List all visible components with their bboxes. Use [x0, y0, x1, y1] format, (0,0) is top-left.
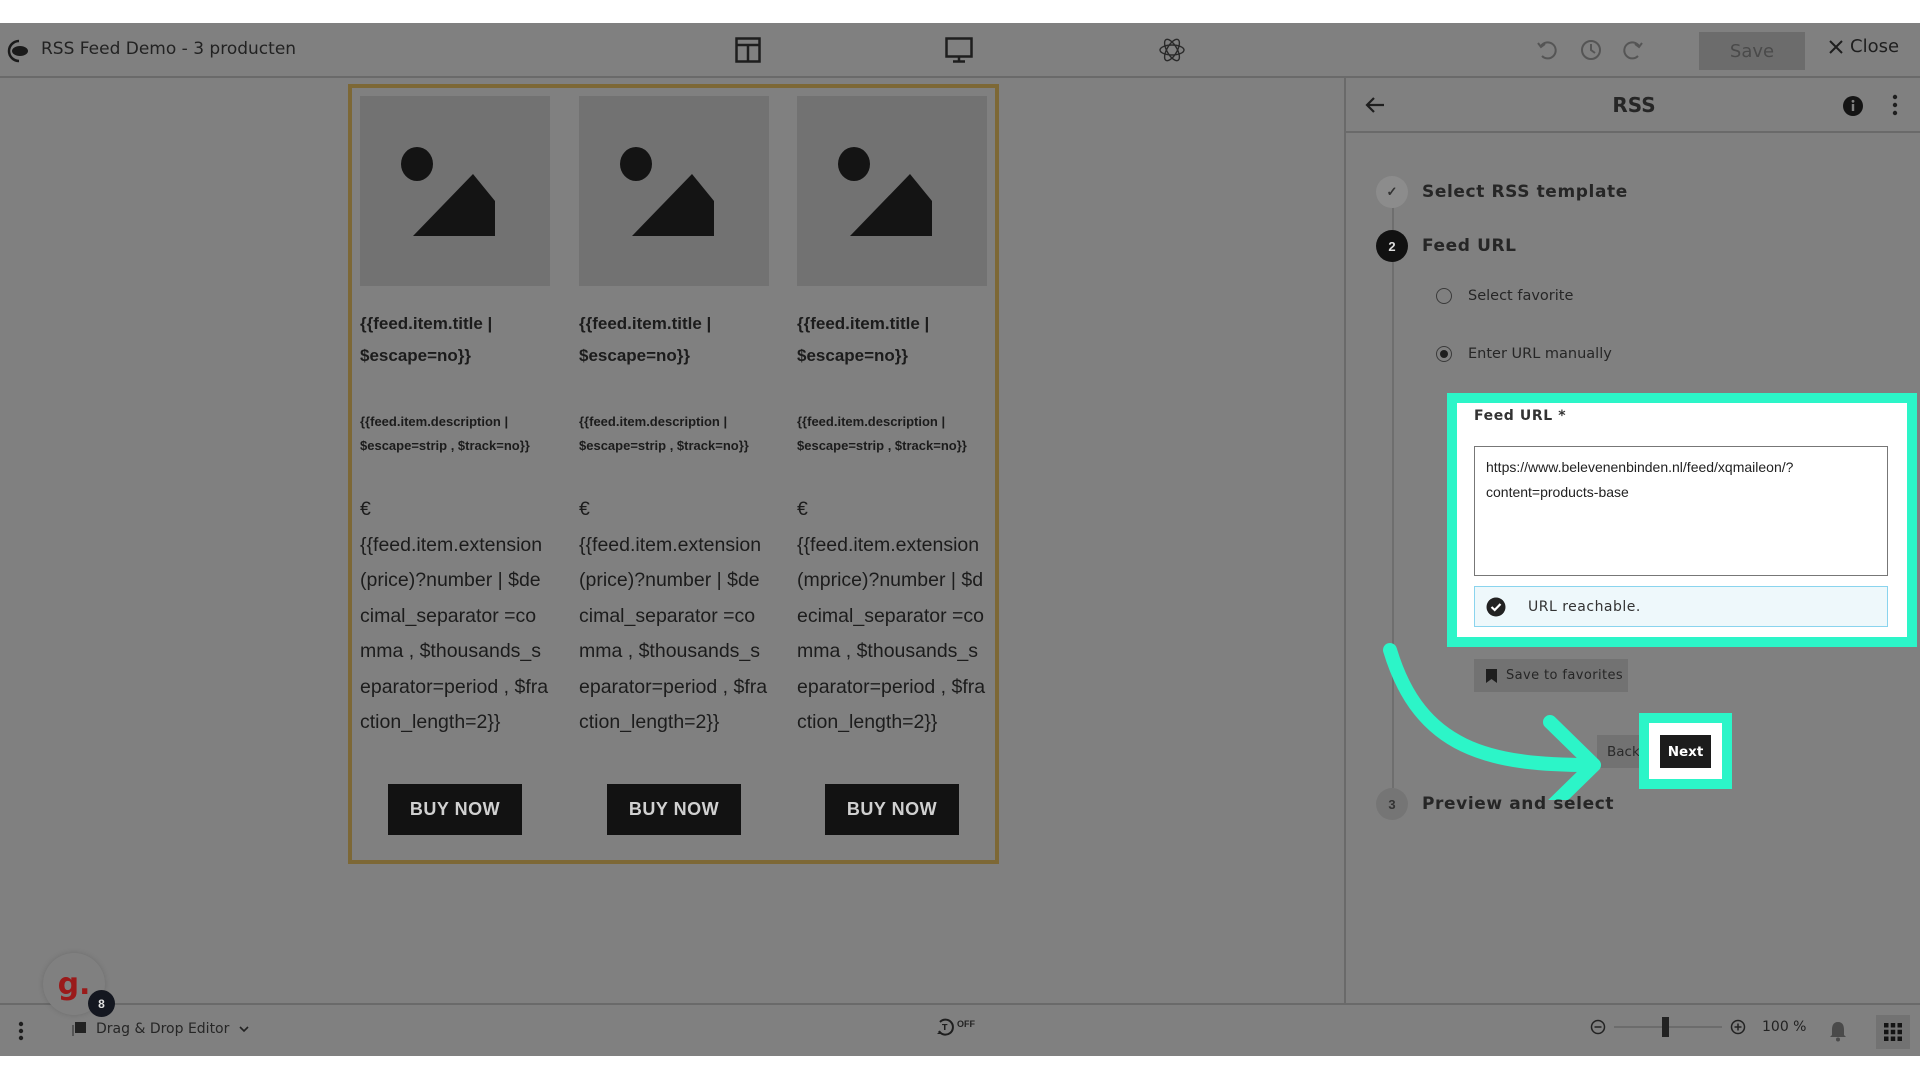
- notification-bell-icon[interactable]: [1828, 1020, 1848, 1042]
- bottom-margin: [0, 1056, 1920, 1080]
- autosave-state: OFF: [957, 1019, 975, 1029]
- currency-symbol: €: [797, 498, 808, 520]
- editor-mode-dropdown[interactable]: Drag & Drop Editor: [72, 1021, 249, 1037]
- bookmark-icon: [1486, 668, 1497, 683]
- zoom-level: 100 %: [1762, 1019, 1807, 1035]
- step-label: Preview and select: [1422, 794, 1615, 814]
- price-expression: {{feed.item.extension(price)?number | $d…: [579, 533, 768, 734]
- currency-symbol: €: [579, 498, 590, 520]
- price-expression: {{feed.item.extension(price)?number | $d…: [360, 533, 549, 734]
- document-title: RSS Feed Demo - 3 producten: [41, 39, 297, 59]
- item-price: € {{feed.item.extension(mprice)?number | …: [797, 492, 987, 741]
- layout-icon[interactable]: [733, 35, 763, 65]
- buy-now-button[interactable]: BUY NOW: [607, 783, 741, 835]
- step-feed-url[interactable]: 2 Feed URL: [1376, 230, 1517, 262]
- panel-title: RSS: [1612, 93, 1656, 117]
- autosave-timer-icon: T: [937, 1018, 954, 1036]
- zoom-out-icon[interactable]: [1590, 1019, 1606, 1035]
- notification-count-badge: 8: [88, 990, 115, 1017]
- image-placeholder-icon: [797, 96, 987, 286]
- back-button[interactable]: Back: [1597, 735, 1645, 768]
- item-description: {{feed.item.description | $escape=strip …: [360, 414, 530, 453]
- radio-button-selected[interactable]: [1436, 346, 1452, 362]
- product-column[interactable]: {{feed.item.title | $escape=no}} {{feed.…: [360, 96, 550, 835]
- editor-canvas: {{feed.item.title | $escape=no}} {{feed.…: [0, 78, 1344, 1003]
- rss-template-block[interactable]: {{feed.item.title | $escape=no}} {{feed.…: [348, 84, 999, 864]
- svg-text:T: T: [942, 1023, 948, 1032]
- item-title: {{feed.item.title | $escape=no}}: [797, 314, 930, 365]
- radio-label: Select favorite: [1468, 288, 1574, 304]
- radio-button[interactable]: [1436, 288, 1452, 304]
- history-icon[interactable]: [1576, 35, 1606, 65]
- feed-url-input[interactable]: [1474, 446, 1888, 576]
- more-options-icon[interactable]: [1892, 94, 1898, 116]
- chevron-down-icon: [239, 1025, 249, 1032]
- radio-label: Enter URL manually: [1468, 346, 1612, 362]
- radio-enter-url-manually[interactable]: Enter URL manually: [1436, 346, 1612, 362]
- step-select-template[interactable]: ✓ Select RSS template: [1376, 176, 1628, 208]
- url-status-message: URL reachable.: [1474, 586, 1888, 627]
- step-number: 2: [1376, 230, 1408, 262]
- stepper-line: [1392, 208, 1394, 788]
- product-column[interactable]: {{feed.item.title | $escape=no}} {{feed.…: [797, 96, 987, 835]
- atom-settings-icon[interactable]: [1157, 35, 1187, 65]
- save-button[interactable]: Save: [1699, 32, 1805, 70]
- apps-grid-button[interactable]: [1876, 1015, 1910, 1049]
- panel-header: RSS: [1346, 78, 1920, 133]
- item-price: € {{feed.item.extension(price)?number | $…: [360, 492, 550, 741]
- item-price: € {{feed.item.extension(price)?number | $…: [579, 492, 769, 741]
- close-button[interactable]: Close: [1828, 36, 1899, 57]
- item-description: {{feed.item.description | $escape=strip …: [797, 414, 967, 453]
- currency-symbol: €: [360, 498, 371, 520]
- zoom-control: 100 %: [1590, 1017, 1807, 1037]
- price-expression: {{feed.item.extension(mprice)?number | $…: [797, 533, 986, 734]
- editor-icon: [72, 1022, 86, 1036]
- item-title: {{feed.item.title | $escape=no}}: [579, 314, 712, 365]
- step-number: 3: [1376, 788, 1408, 820]
- item-description: {{feed.item.description | $escape=strip …: [579, 414, 749, 453]
- app-logo-icon: [7, 39, 28, 63]
- redo-icon[interactable]: [1618, 35, 1648, 65]
- close-icon: [1829, 39, 1843, 54]
- item-title: {{feed.item.title | $escape=no}}: [360, 314, 493, 365]
- desktop-preview-icon[interactable]: [944, 35, 974, 65]
- step-label: Select RSS template: [1422, 182, 1628, 202]
- editor-mode-label: Drag & Drop Editor: [96, 1021, 230, 1037]
- autosave-toggle[interactable]: T OFF: [935, 1017, 975, 1037]
- zoom-slider-thumb[interactable]: [1661, 1017, 1669, 1037]
- undo-icon[interactable]: [1532, 35, 1562, 65]
- buy-now-button[interactable]: BUY NOW: [388, 783, 522, 835]
- image-placeholder-icon: [579, 96, 769, 286]
- step-label: Feed URL: [1422, 236, 1517, 256]
- top-margin: [0, 0, 1920, 23]
- next-button[interactable]: Next: [1660, 735, 1711, 768]
- check-circle-icon: [1486, 597, 1506, 616]
- image-placeholder-icon: [360, 96, 550, 286]
- radio-select-favorite[interactable]: Select favorite: [1436, 288, 1573, 304]
- save-to-favorites-button[interactable]: Save to favorites: [1474, 659, 1628, 692]
- product-column[interactable]: {{feed.item.title | $escape=no}} {{feed.…: [579, 96, 769, 835]
- grid-icon: [1884, 1023, 1902, 1041]
- vertical-menu-icon[interactable]: [18, 1021, 24, 1041]
- info-icon[interactable]: [1842, 95, 1864, 117]
- status-text: URL reachable.: [1528, 598, 1641, 615]
- save-to-favorites-label: Save to favorites: [1506, 668, 1624, 683]
- buy-now-button[interactable]: BUY NOW: [825, 783, 959, 835]
- feed-url-label: Feed URL *: [1474, 408, 1567, 424]
- close-label: Close: [1850, 36, 1900, 57]
- zoom-in-icon[interactable]: [1730, 1019, 1746, 1035]
- step-preview-select[interactable]: 3 Preview and select: [1376, 788, 1614, 820]
- zoom-slider[interactable]: [1614, 1017, 1722, 1037]
- bottom-toolbar: Drag & Drop Editor T OFF 100 %: [0, 1003, 1920, 1056]
- step-done-check-icon: ✓: [1376, 176, 1408, 208]
- top-toolbar: RSS Feed Demo - 3 producten Save Close: [0, 23, 1920, 78]
